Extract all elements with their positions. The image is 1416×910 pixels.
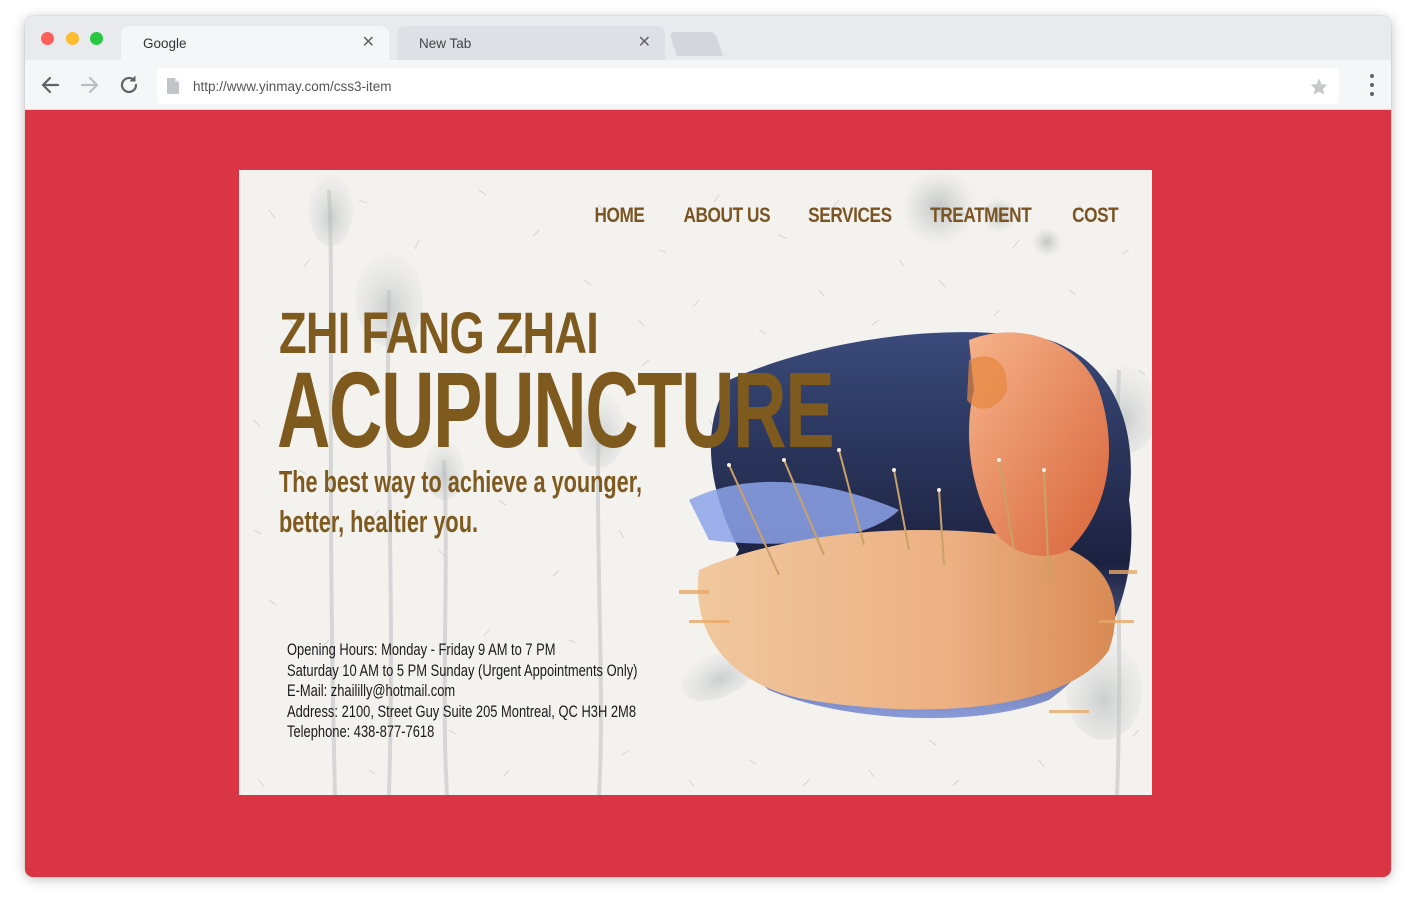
site-title-line2: ACUPUNCTURE (277, 349, 835, 470)
address-bar[interactable]: http://www.yinmay.com/css3-item (157, 68, 1339, 104)
browser-menu-button[interactable] (1369, 74, 1375, 96)
website-hero: HOME ABOUT US SERVICES TREATMENT COST ZH… (239, 170, 1152, 795)
page-viewport: HOME ABOUT US SERVICES TREATMENT COST ZH… (25, 110, 1391, 877)
opening-hours-weekend: Saturday 10 AM to 5 PM Sunday (Urgent Ap… (287, 660, 638, 680)
tab-google[interactable]: Google ✕ (121, 26, 389, 60)
site-nav: HOME ABOUT US SERVICES TREATMENT COST (591, 204, 1121, 234)
address-text: Address: 2100, Street Guy Suite 205 Mont… (287, 701, 637, 721)
close-icon[interactable]: ✕ (638, 35, 651, 51)
nav-home[interactable]: HOME (594, 204, 644, 228)
nav-about-us[interactable]: ABOUT US (684, 204, 771, 228)
page-icon (167, 78, 179, 94)
nav-cost[interactable]: COST (1072, 204, 1119, 228)
back-button[interactable] (37, 72, 63, 98)
browser-window: Google ✕ New Tab ✕ http://www.yinmay.com… (25, 16, 1391, 877)
nav-treatment[interactable]: TREATMENT (930, 204, 1032, 228)
close-window-button[interactable] (41, 32, 54, 45)
url-text: http://www.yinmay.com/css3-item (193, 78, 392, 94)
reload-icon (120, 76, 138, 94)
bookmark-star-icon[interactable] (1309, 77, 1329, 97)
minimize-window-button[interactable] (66, 32, 79, 45)
reload-button[interactable] (116, 72, 142, 98)
arrow-left-icon (41, 76, 60, 94)
contact-info: Opening Hours: Monday - Friday 9 AM to 7… (287, 640, 637, 743)
new-tab-button[interactable] (669, 32, 723, 56)
close-icon[interactable]: ✕ (362, 35, 375, 51)
title-bar: Google ✕ New Tab ✕ (25, 16, 1391, 60)
email-text: E-Mail: zhaililly@hotmail.com (287, 681, 456, 700)
tab-title: Google (143, 35, 187, 51)
tab-title: New Tab (419, 35, 472, 51)
tagline-line: The best way to achieve a younger, (279, 464, 643, 499)
telephone-text: Telephone: 438-877-7618 (287, 722, 435, 741)
nav-services[interactable]: SERVICES (808, 204, 892, 228)
tagline-line: better, healtier you. (279, 504, 478, 539)
maximize-window-button[interactable] (90, 32, 103, 45)
browser-toolbar: http://www.yinmay.com/css3-item (25, 60, 1391, 110)
site-tagline: The best way to achieve a younger, bette… (279, 462, 783, 542)
forward-button[interactable] (77, 72, 103, 98)
tab-new-tab[interactable]: New Tab ✕ (397, 26, 665, 60)
arrow-right-icon (80, 76, 99, 94)
opening-hours-weekday: Opening Hours: Monday - Friday 9 AM to 7… (287, 640, 556, 659)
